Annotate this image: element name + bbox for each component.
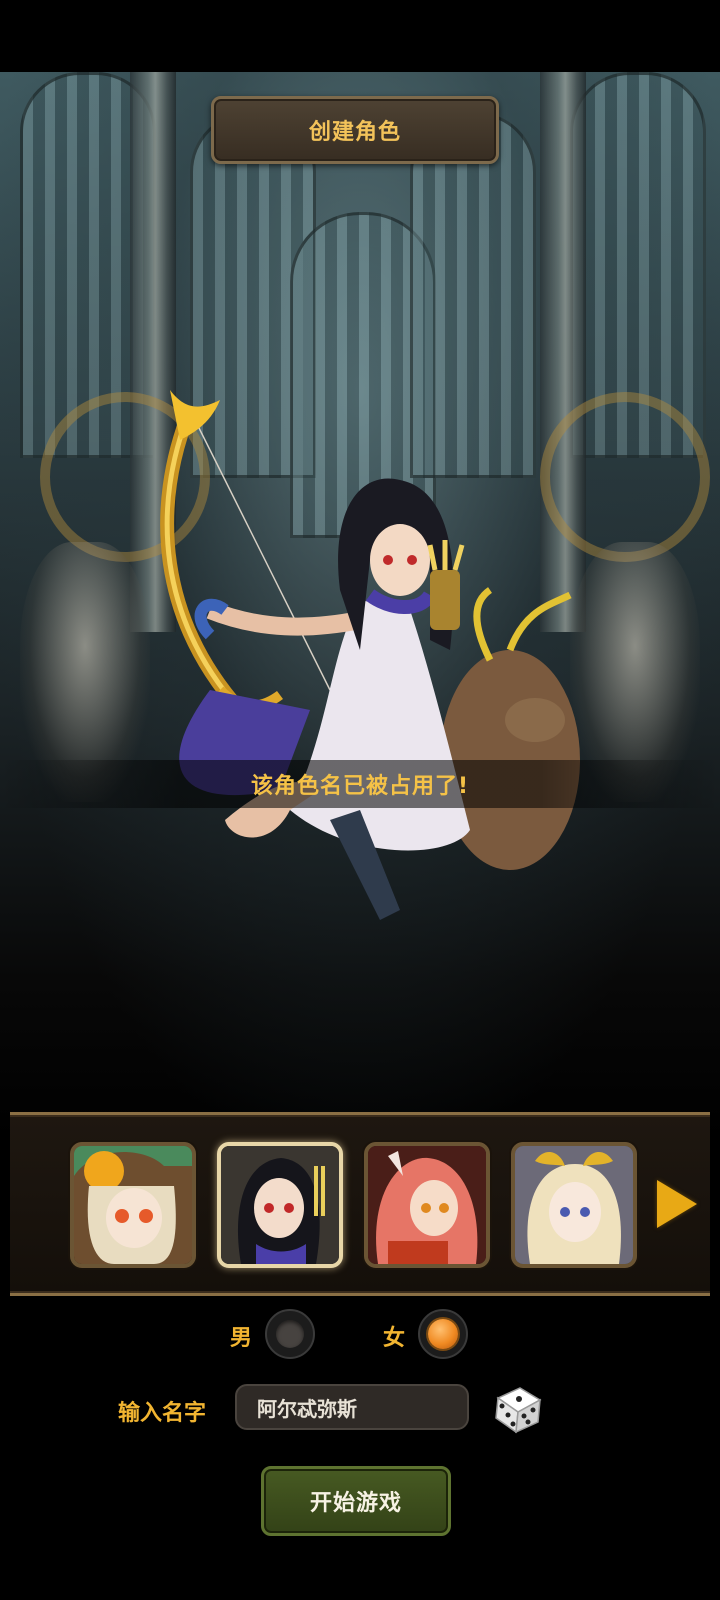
name-taken-toast: 该角色名已被占用了! — [0, 760, 720, 808]
portrait-2-art — [221, 1146, 339, 1264]
female-label: 女 — [383, 1326, 406, 1351]
portrait-4-art — [515, 1146, 633, 1264]
character-portrait-3[interactable] — [364, 1142, 490, 1268]
hero-character-illustration — [160, 390, 580, 920]
toast-message: 该角色名已被占用了! — [250, 774, 470, 799]
name-input[interactable] — [235, 1384, 469, 1430]
female-radio[interactable] — [418, 1309, 468, 1359]
character-portrait-4[interactable] — [511, 1142, 637, 1268]
page-title-plate: 创建角色 — [211, 96, 499, 164]
page-title: 创建角色 — [308, 120, 401, 145]
character-roster — [10, 1112, 710, 1296]
male-label: 男 — [230, 1326, 253, 1351]
character-portrait-1[interactable] — [70, 1142, 196, 1268]
start-game-button[interactable]: 开始游戏 — [261, 1466, 451, 1536]
female-radio-indicator — [428, 1319, 458, 1349]
male-radio[interactable] — [265, 1309, 315, 1359]
character-portrait-2[interactable] — [217, 1142, 343, 1268]
name-input-label: 输入名字 — [118, 1401, 207, 1426]
dice-icon[interactable] — [490, 1380, 546, 1436]
portrait-3-art — [368, 1146, 486, 1264]
roster-next-arrow-icon[interactable] — [657, 1180, 697, 1228]
male-radio-indicator — [276, 1320, 304, 1348]
portrait-1-art — [74, 1146, 192, 1264]
status-bar — [0, 0, 720, 72]
